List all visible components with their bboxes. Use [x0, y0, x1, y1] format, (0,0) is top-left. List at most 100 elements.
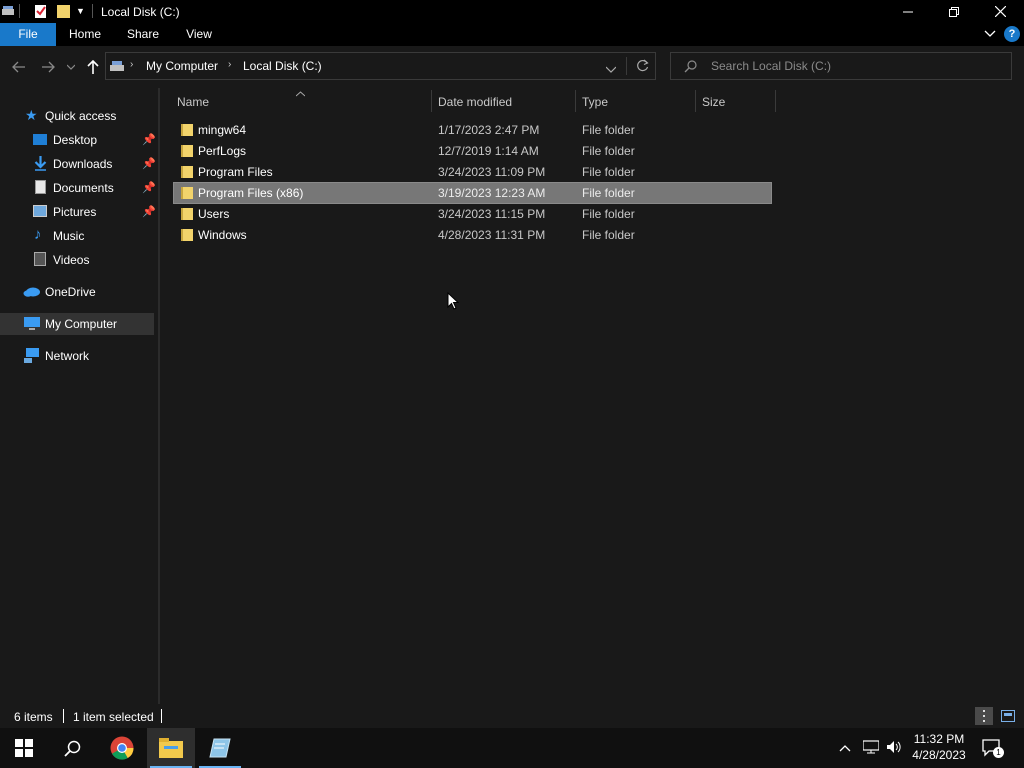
- folder-icon: [181, 187, 193, 199]
- help-icon[interactable]: ?: [1004, 26, 1020, 42]
- file-row[interactable]: Program Files 3/24/2023 11:09 PM File fo…: [174, 162, 771, 182]
- large-icons-view-button[interactable]: [999, 707, 1017, 725]
- nav-music[interactable]: ♪ Music: [0, 225, 154, 247]
- divider: [63, 709, 64, 723]
- search-placeholder: Search Local Disk (C:): [711, 59, 832, 73]
- nav-downloads[interactable]: Downloads 📌: [0, 153, 156, 175]
- pane-splitter[interactable]: [158, 88, 160, 704]
- expand-ribbon-chevron-icon[interactable]: [983, 27, 997, 41]
- file-row[interactable]: Windows 4/28/2023 11:31 PM File folder: [174, 225, 771, 245]
- nav-label: Quick access: [45, 109, 117, 123]
- address-bar[interactable]: › My Computer › Local Disk (C:): [105, 52, 656, 80]
- nav-label: Documents: [53, 181, 114, 195]
- search-button[interactable]: [48, 728, 96, 768]
- document-icon: [35, 180, 46, 194]
- search-box[interactable]: Search Local Disk (C:): [670, 52, 1012, 80]
- chrome-taskbar-button[interactable]: [98, 728, 146, 768]
- status-bar: 6 items 1 item selected: [0, 704, 1024, 728]
- address-row: › My Computer › Local Disk (C:) Search L…: [0, 46, 1024, 88]
- customize-toolbar-chevron-icon[interactable]: ▼: [76, 6, 86, 18]
- cloud-icon: [23, 286, 41, 300]
- network-status-icon[interactable]: [862, 740, 880, 757]
- tab-file[interactable]: File: [0, 23, 56, 46]
- close-icon: [994, 6, 1006, 17]
- restore-icon: [949, 6, 959, 17]
- file-name: PerfLogs: [198, 144, 247, 158]
- file-type: File folder: [582, 207, 635, 221]
- up-button[interactable]: [82, 56, 104, 78]
- column-separator[interactable]: [695, 90, 696, 112]
- chrome-icon: [110, 736, 134, 760]
- nav-pictures[interactable]: Pictures 📌: [0, 201, 156, 223]
- notification-badge: 1: [993, 747, 1004, 758]
- window-title: Local Disk (C:): [101, 5, 180, 19]
- show-hidden-icons-chevron-icon[interactable]: [839, 741, 851, 755]
- pin-icon[interactable]: 📌: [142, 157, 156, 170]
- nav-quick-access[interactable]: ★ Quick access: [0, 105, 154, 127]
- nav-onedrive[interactable]: OneDrive: [0, 281, 154, 303]
- music-note-icon: ♪: [34, 226, 42, 243]
- tab-home[interactable]: Home: [64, 23, 106, 46]
- folder-icon: [181, 208, 193, 220]
- pin-icon[interactable]: 📌: [142, 133, 156, 146]
- column-header-size[interactable]: Size: [702, 92, 772, 112]
- clock-time: 11:32 PM: [913, 732, 965, 746]
- column-header-type[interactable]: Type: [582, 92, 692, 112]
- start-button[interactable]: [0, 728, 48, 768]
- back-button[interactable]: [8, 56, 30, 78]
- notepad-taskbar-button[interactable]: [196, 728, 244, 768]
- address-history-chevron-icon[interactable]: [605, 62, 617, 76]
- breadcrumb-separator-icon[interactable]: ›: [130, 59, 133, 70]
- tab-view[interactable]: View: [178, 23, 220, 46]
- nav-label: Downloads: [53, 157, 113, 171]
- refresh-icon[interactable]: [636, 59, 649, 75]
- breadcrumb-my-computer[interactable]: My Computer: [146, 59, 218, 73]
- large-icons-view-icon: [1001, 710, 1015, 722]
- volume-icon[interactable]: [886, 740, 902, 757]
- recent-locations-button[interactable]: [63, 56, 79, 78]
- file-row[interactable]: mingw64 1/17/2023 2:47 PM File folder: [174, 120, 771, 140]
- tab-share[interactable]: Share: [120, 23, 166, 46]
- file-explorer-taskbar-button[interactable]: [147, 728, 195, 768]
- divider: [626, 57, 627, 75]
- nav-videos[interactable]: Videos: [0, 249, 154, 271]
- desktop-icon: [33, 134, 47, 145]
- file-name: Windows: [198, 228, 247, 242]
- file-row-selected[interactable]: Program Files (x86) 3/19/2023 12:23 AM F…: [173, 182, 772, 204]
- taskbar-clock[interactable]: 11:32 PM 4/28/2023: [904, 731, 974, 763]
- restore-button[interactable]: [931, 0, 977, 23]
- file-date: 4/28/2023 11:31 PM: [438, 228, 546, 242]
- file-date: 3/24/2023 11:09 PM: [438, 165, 546, 179]
- file-row[interactable]: PerfLogs 12/7/2019 1:14 AM File folder: [174, 141, 771, 161]
- file-name: Users: [198, 207, 230, 221]
- forward-button[interactable]: [37, 56, 59, 78]
- pin-icon[interactable]: 📌: [142, 181, 156, 194]
- file-type: File folder: [582, 144, 635, 158]
- nav-documents[interactable]: Documents 📌: [0, 177, 156, 199]
- nav-my-computer[interactable]: My Computer: [0, 313, 154, 335]
- new-folder-icon[interactable]: [57, 4, 70, 18]
- nav-label: Videos: [53, 253, 90, 267]
- file-row[interactable]: Users 3/24/2023 11:15 PM File folder: [174, 204, 771, 224]
- properties-icon[interactable]: [34, 4, 47, 19]
- nav-desktop[interactable]: Desktop 📌: [0, 129, 156, 151]
- close-button[interactable]: [977, 0, 1023, 23]
- details-view-button[interactable]: [975, 707, 993, 725]
- column-separator[interactable]: [431, 90, 432, 112]
- taskbar: 11:32 PM 4/28/2023 1: [0, 728, 1024, 768]
- navigation-pane: ★ Quick access Desktop 📌 Downloads 📌 Doc…: [0, 88, 158, 704]
- column-header-date-modified[interactable]: Date modified: [438, 92, 573, 112]
- column-separator[interactable]: [575, 90, 576, 112]
- search-icon: [63, 740, 80, 757]
- minimize-button[interactable]: [885, 0, 931, 23]
- file-type: File folder: [582, 123, 635, 137]
- item-count: 6 items: [14, 710, 53, 724]
- column-header-name[interactable]: Name: [177, 92, 427, 112]
- breadcrumb-local-disk[interactable]: Local Disk (C:): [243, 59, 322, 73]
- pin-icon[interactable]: 📌: [142, 205, 156, 218]
- breadcrumb-separator-icon[interactable]: ›: [228, 59, 231, 70]
- column-separator[interactable]: [775, 90, 776, 112]
- file-name: Program Files (x86): [198, 186, 304, 200]
- action-center-button[interactable]: 1: [982, 738, 1004, 758]
- nav-network[interactable]: Network: [0, 345, 154, 367]
